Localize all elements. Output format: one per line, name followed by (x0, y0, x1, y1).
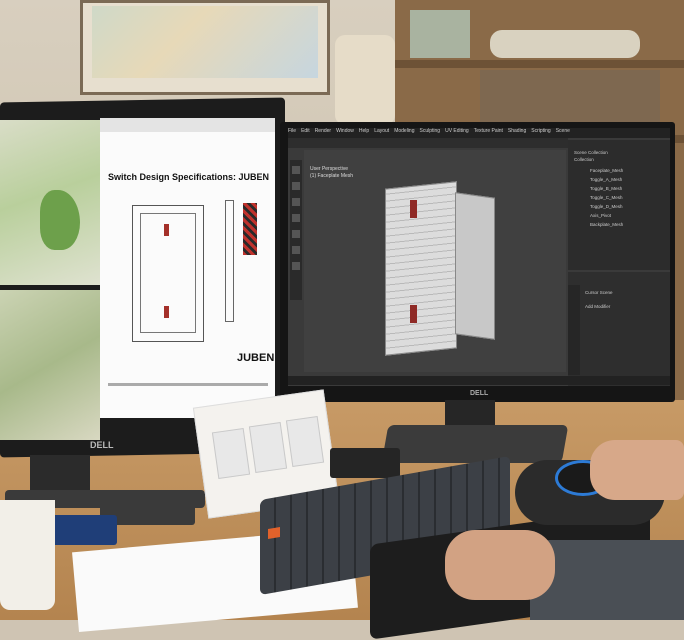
blender-menubar[interactable]: File Edit Render Window Help Layout Modeling Sc… (288, 128, 670, 138)
menu-item[interactable]: Layout (374, 128, 389, 134)
rolled-plans (490, 30, 640, 58)
juben-logo: JUBEN (237, 352, 275, 364)
outliner-item[interactable]: Toggle_A_Mesh (590, 177, 622, 182)
outliner-item[interactable]: Toggle_C_Mesh (590, 195, 623, 200)
switch-model-side (455, 192, 495, 340)
right-monitor-base (381, 425, 569, 463)
annotate-tool-icon[interactable] (292, 246, 300, 254)
outliner-item[interactable]: Toggle_B_Mesh (590, 186, 622, 191)
book-stack (410, 10, 470, 58)
properties-item[interactable]: Cursor Scene (585, 286, 613, 300)
cursor-tool-icon[interactable] (292, 182, 300, 190)
menu-item[interactable]: Window (336, 128, 354, 134)
model-rocker-bottom (410, 305, 417, 323)
select-tool-icon[interactable] (292, 166, 300, 174)
menu-item[interactable]: File (288, 128, 296, 134)
left-monitor-stand (30, 455, 90, 495)
document-caption (108, 383, 268, 386)
outliner-item[interactable]: Scene Collection (574, 150, 608, 155)
escape-key (268, 526, 280, 540)
menu-item[interactable]: Edit (301, 128, 310, 134)
menu-item[interactable]: Render (315, 128, 331, 134)
shelf-board (395, 60, 684, 68)
dell-logo: DELL (90, 440, 114, 450)
coffee-mug (0, 500, 55, 610)
measure-tool-icon[interactable] (292, 262, 300, 270)
menu-item[interactable]: Modeling (394, 128, 414, 134)
viewport-label-line: User Perspective (310, 166, 349, 172)
outliner-item[interactable]: Toggle_D_Mesh (590, 204, 623, 209)
properties-tabs[interactable] (568, 285, 580, 375)
menu-item[interactable]: Texture Paint (474, 128, 503, 134)
viewport-header[interactable] (288, 138, 568, 148)
topo-map-bottom (0, 290, 100, 440)
menu-item[interactable]: Scripting (531, 128, 550, 134)
outliner-item[interactable]: Axis_Pivot (590, 213, 611, 218)
viewport-label: User Perspective (1) Faceplate Mesh (310, 166, 353, 180)
outliner-item[interactable]: Faceplate_Mesh (590, 168, 623, 173)
rotate-tool-icon[interactable] (292, 214, 300, 222)
rocker-top (164, 224, 169, 236)
scale-tool-icon[interactable] (292, 230, 300, 238)
menu-item[interactable]: Help (359, 128, 369, 134)
right-hand (590, 440, 684, 500)
viewport-label-line: (1) Faceplate Mesh (310, 173, 354, 179)
left-hand (445, 530, 555, 600)
photo-switch (285, 416, 325, 467)
properties-content: Cursor Scene Add Modifier (585, 286, 613, 314)
rocker-bottom (164, 306, 169, 318)
menu-item[interactable]: Scene (556, 128, 570, 134)
menu-item[interactable]: Shading (508, 128, 526, 134)
switch-side-view (225, 200, 234, 322)
external-drive (52, 515, 117, 545)
outliner-item[interactable]: Collection (574, 157, 594, 162)
material-swatch (243, 203, 257, 255)
book-row (480, 70, 660, 130)
properties-item[interactable]: Add Modifier (585, 300, 613, 314)
outliner-item[interactable]: Backplate_Mesh (590, 222, 623, 227)
move-tool-icon[interactable] (292, 198, 300, 206)
document-toolbar[interactable] (100, 118, 275, 132)
photo-switch (248, 422, 288, 473)
photo-switch (211, 428, 251, 479)
document-title: Switch Design Specifications: JUBEN (108, 172, 270, 182)
model-rocker-top (410, 200, 417, 218)
usb-hub (330, 448, 400, 478)
rolled-plans-left (335, 35, 395, 125)
menu-item[interactable]: Sculpting (420, 128, 441, 134)
switch-model-front (385, 181, 457, 356)
dell-logo: DELL (470, 390, 489, 397)
properties-panel (568, 272, 670, 386)
wall-map (92, 6, 318, 78)
menu-item[interactable]: UV Editing (445, 128, 469, 134)
status-bar (288, 376, 670, 385)
